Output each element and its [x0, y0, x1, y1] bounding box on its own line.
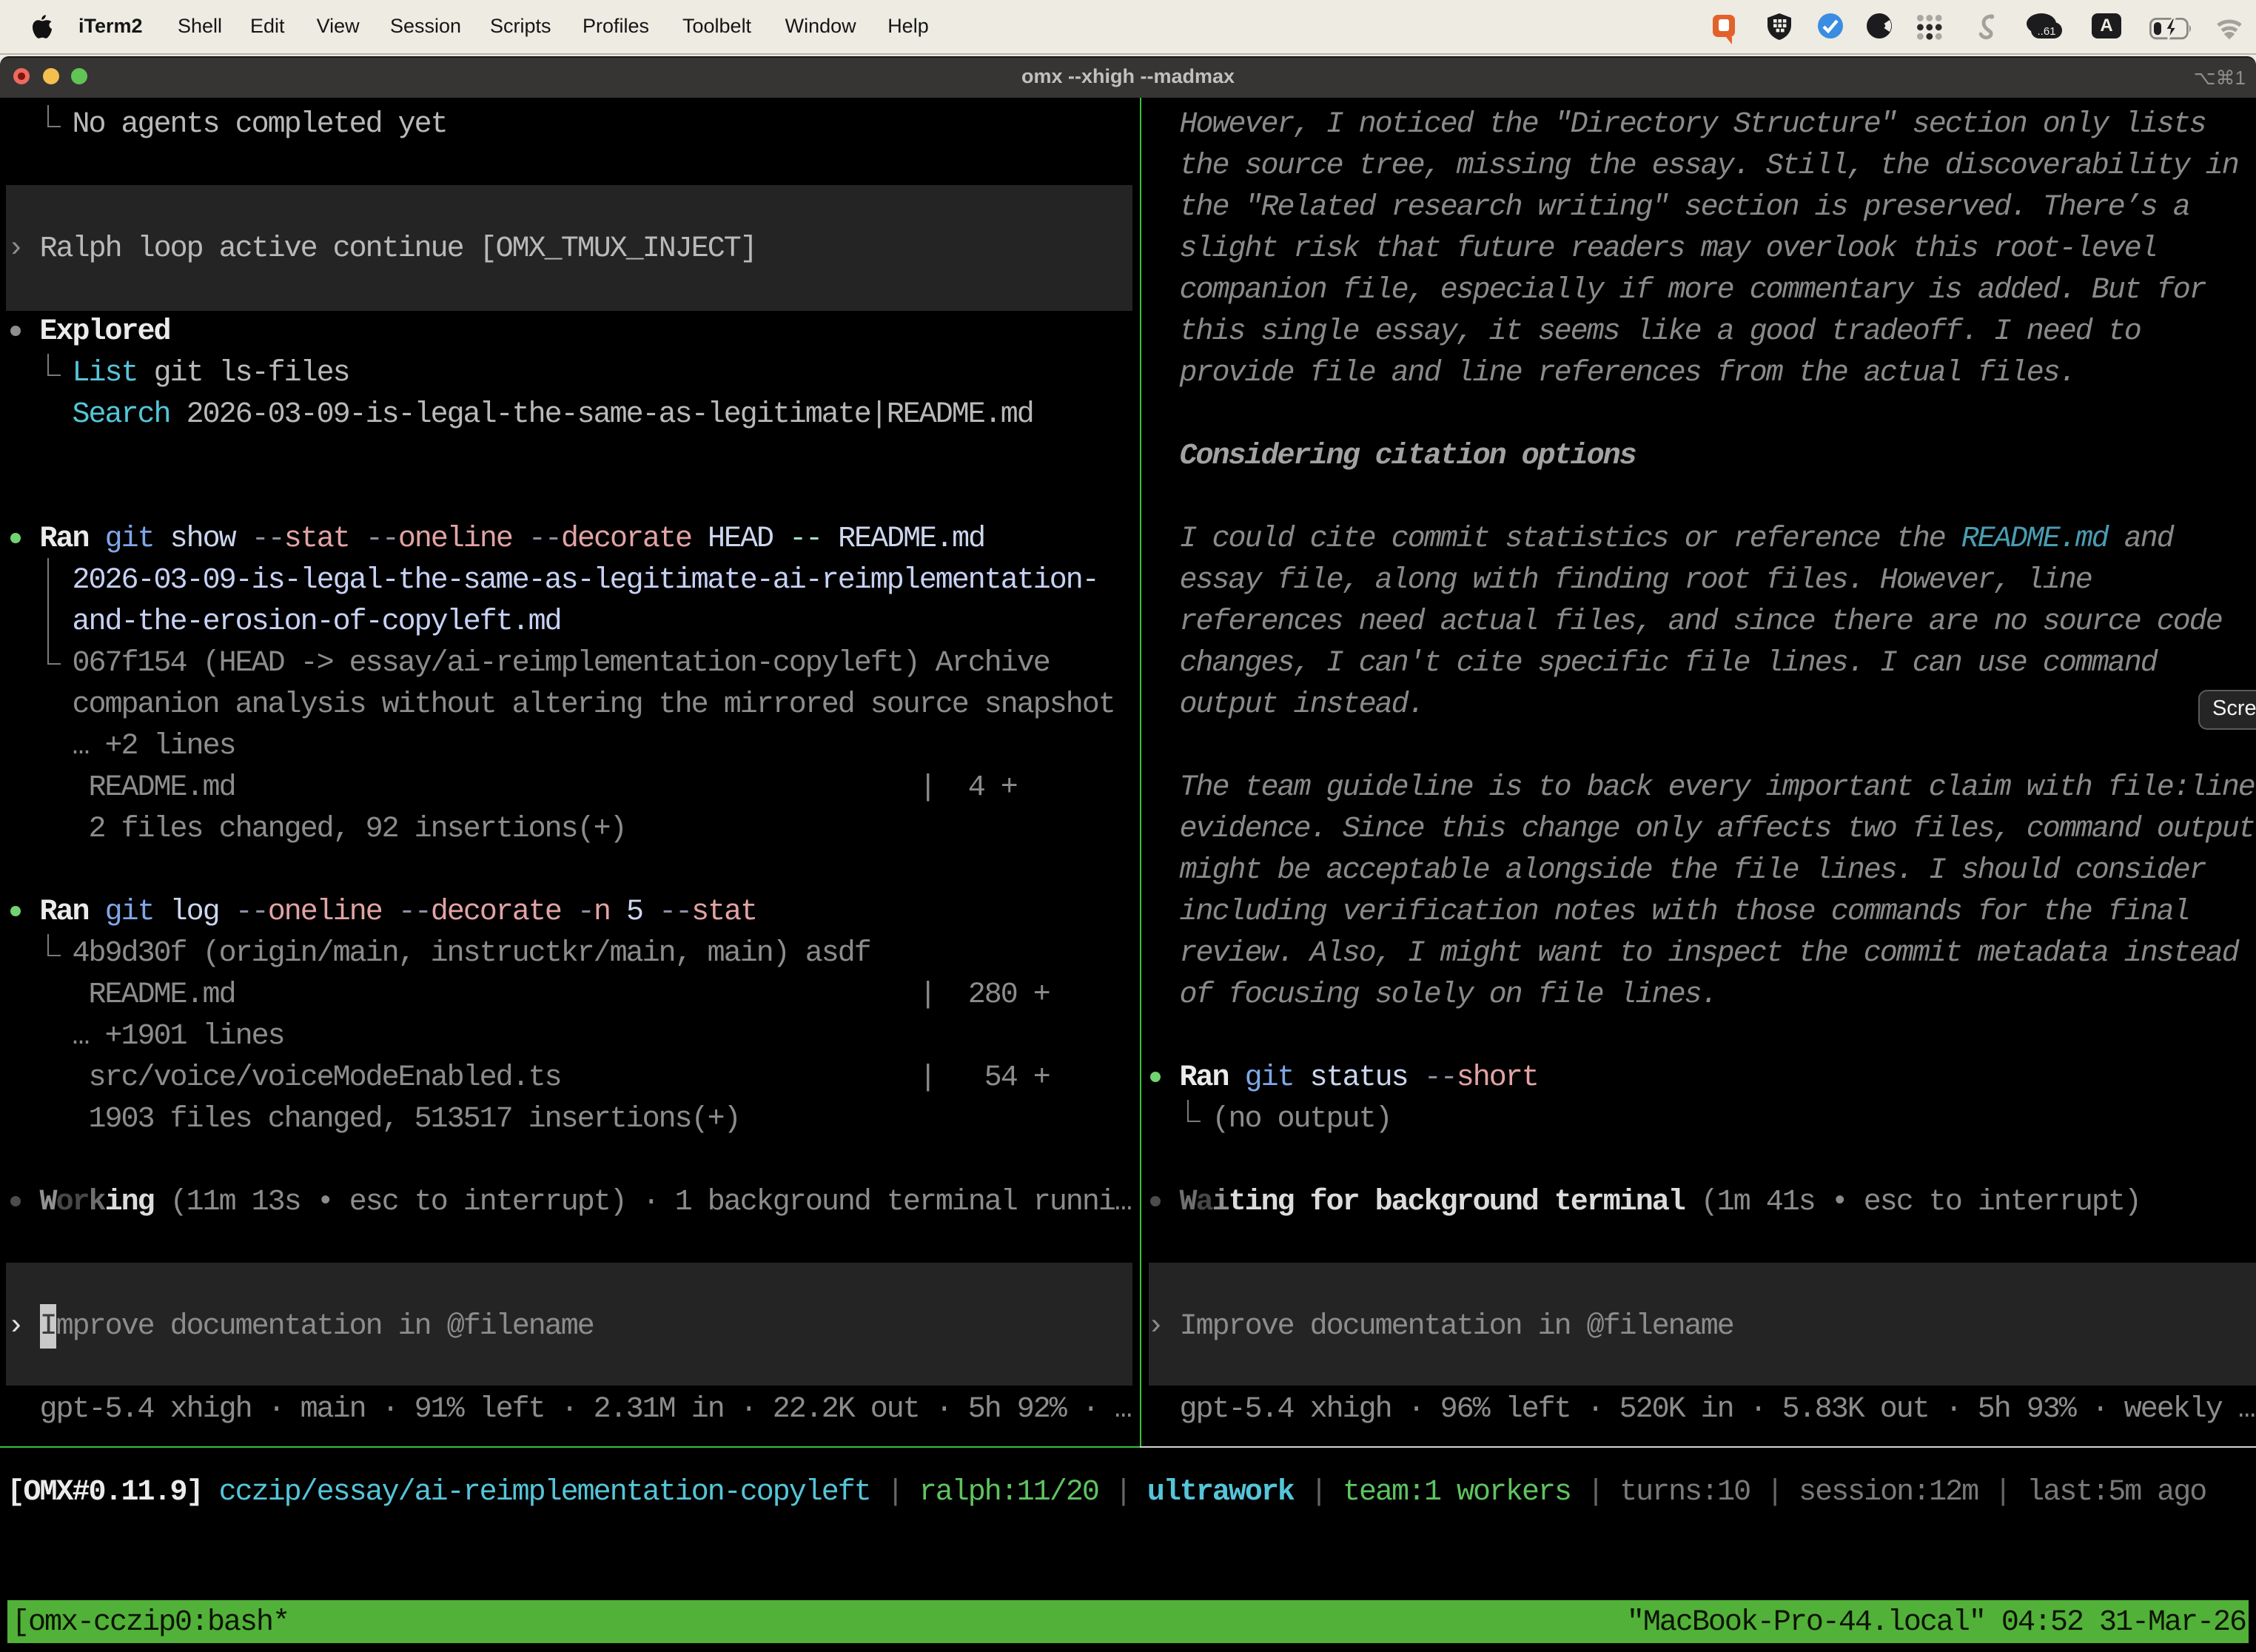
svg-text:..61: ..61 [2037, 25, 2055, 38]
